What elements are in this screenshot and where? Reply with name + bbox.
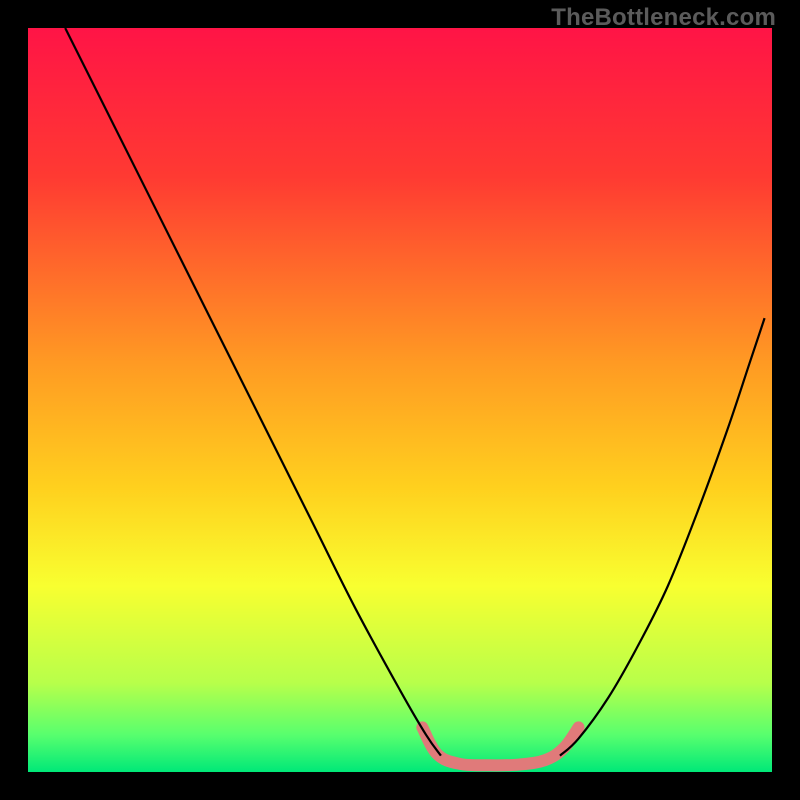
gradient-background	[28, 28, 772, 772]
chart-svg	[28, 28, 772, 772]
plot-area	[28, 28, 772, 772]
chart-frame: TheBottleneck.com	[0, 0, 800, 800]
